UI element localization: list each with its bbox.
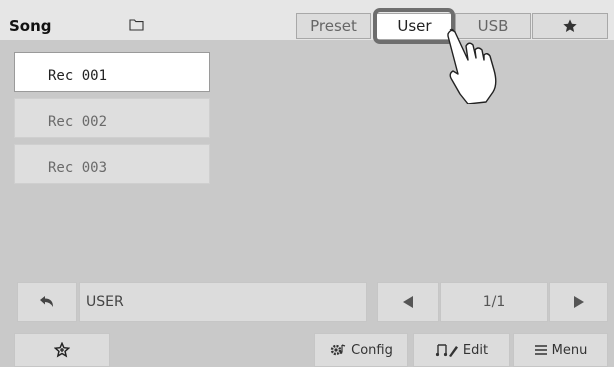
star-icon xyxy=(563,19,577,32)
list-item-rec-001[interactable]: Rec 001 xyxy=(14,52,210,92)
prev-page-button[interactable] xyxy=(377,282,439,322)
list-item-rec-002[interactable]: Rec 002 xyxy=(14,98,210,138)
tab-favorites[interactable] xyxy=(532,13,608,39)
note-edit-icon xyxy=(435,344,458,357)
triangle-right-icon xyxy=(573,296,584,308)
menu-button[interactable]: Menu xyxy=(513,333,608,367)
back-arrow-icon xyxy=(40,296,53,307)
triangle-left-icon xyxy=(403,296,413,308)
tab-usb[interactable]: USB xyxy=(455,13,531,39)
path-field: USER xyxy=(79,282,367,322)
page-indicator: 1/1 xyxy=(440,282,548,322)
edit-label: Edit xyxy=(462,342,489,358)
add-favorite-button[interactable] xyxy=(14,333,110,367)
menu-label: Menu xyxy=(551,342,588,358)
config-button[interactable]: Config xyxy=(314,333,408,367)
next-page-button[interactable] xyxy=(549,282,608,322)
top-bar: Song Preset User USB xyxy=(0,0,614,40)
hamburger-icon xyxy=(534,345,547,355)
star-plus-icon xyxy=(54,342,70,358)
tab-preset[interactable]: Preset xyxy=(296,13,371,39)
gear-icon xyxy=(330,344,346,356)
back-button[interactable] xyxy=(17,282,77,322)
tab-highlight-frame xyxy=(373,8,455,44)
list-item-rec-003[interactable]: Rec 003 xyxy=(14,144,210,184)
config-label: Config xyxy=(351,342,393,358)
edit-button[interactable]: Edit xyxy=(413,333,510,367)
page-title: Song xyxy=(9,17,52,35)
folder-icon[interactable] xyxy=(129,17,144,32)
